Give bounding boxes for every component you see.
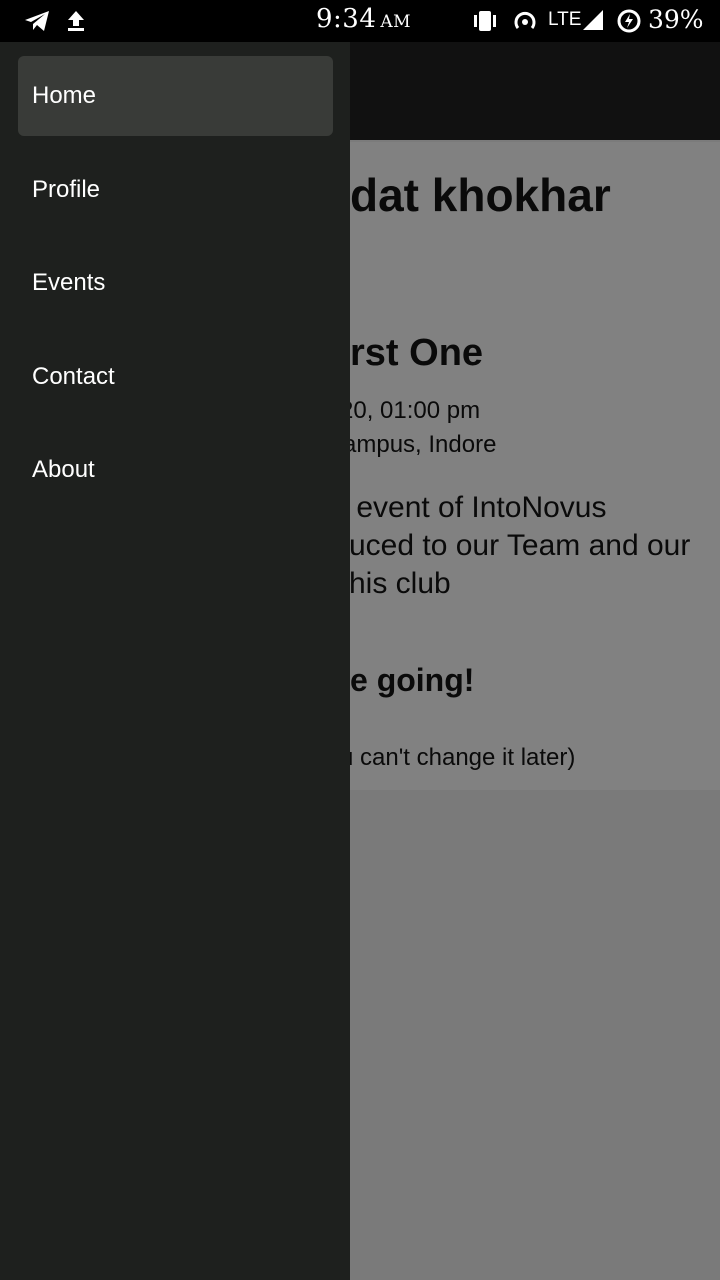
event-location: ampus, Indore — [343, 431, 497, 458]
navigation-drawer: Home Profile Events Contact About — [0, 42, 350, 1280]
nav-item-label: Profile — [32, 176, 101, 203]
upload-icon — [68, 11, 84, 31]
description-line: his club — [349, 567, 451, 600]
nav-item-events[interactable]: Events — [18, 243, 333, 323]
nav-item-label: Events — [32, 269, 106, 296]
nav-item-contact[interactable]: Contact — [18, 337, 333, 417]
event-datetime: 20, 01:00 pm — [340, 397, 481, 424]
user-name: dat khokhar — [350, 169, 611, 221]
nav-item-profile[interactable]: Profile — [18, 150, 333, 230]
hotspot-icon — [514, 11, 536, 29]
going-heading: e going! — [350, 662, 475, 698]
nav-item-label: About — [32, 456, 95, 483]
signal-icon — [583, 10, 603, 30]
battery-saver-icon — [617, 9, 641, 33]
rsvp-note: u can't change it later) — [340, 744, 576, 771]
nav-item-label: Home — [32, 82, 97, 109]
event-title: rst One — [350, 332, 484, 374]
telegram-icon — [25, 11, 49, 31]
network-type: LTE — [548, 9, 582, 30]
clock: 9:34 AM — [316, 4, 412, 34]
nav-item-home[interactable]: Home — [18, 56, 333, 136]
vibrate-icon — [474, 11, 496, 31]
nav-item-label: Contact — [32, 363, 115, 390]
battery-level: 39% — [648, 5, 704, 34]
status-bar: 9:34 AM LTE 39% — [0, 0, 720, 42]
description-line: r event of IntoNovus — [338, 491, 607, 524]
description-line: uced to our Team and our — [349, 529, 691, 562]
nav-item-about[interactable]: About — [18, 430, 333, 510]
